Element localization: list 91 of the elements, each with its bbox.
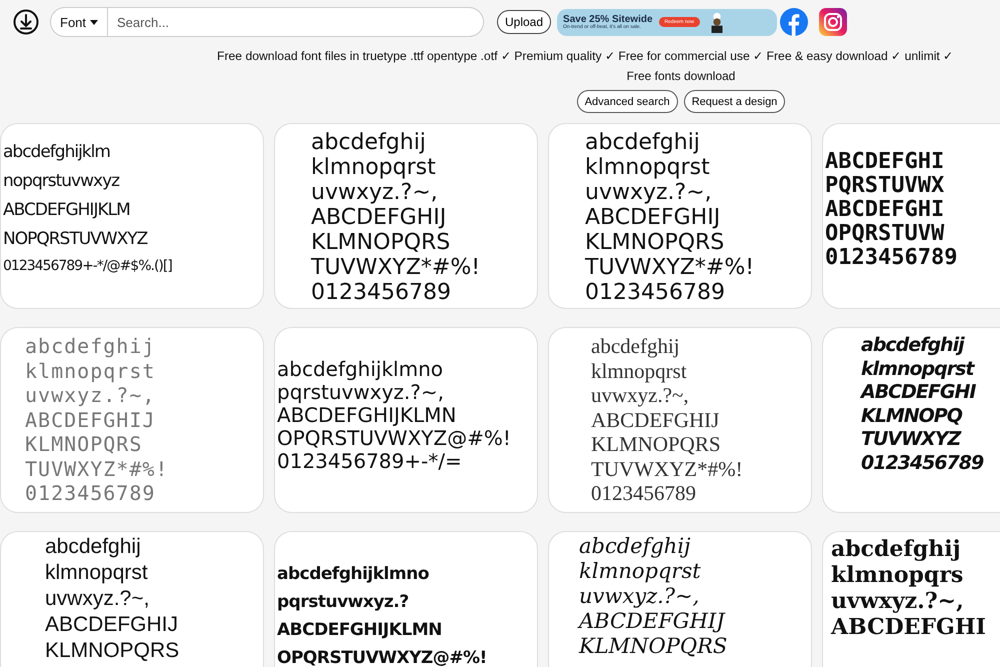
specimen-text: abcdefghij xyxy=(311,130,427,155)
specimen-text: pqrstuvwxyz.?~, xyxy=(277,381,446,404)
specimen-text: OPQRSTUVWXYZ@#%! xyxy=(277,427,511,450)
specimen-text: ABCDEFGHIJKLM xyxy=(3,200,131,220)
font-dropdown[interactable]: Font xyxy=(50,7,108,37)
specimen-text: 0123456789+-*/@#$%.()[] xyxy=(3,258,172,274)
specimen-text: klmnopqrst xyxy=(45,560,149,586)
specimen-text: KLMNOPQRS xyxy=(591,432,722,456)
specimen-text: abcdefghij xyxy=(45,534,142,560)
specimen-text: OPQRSTUVWXYZ@#%! xyxy=(277,647,487,667)
specimen-text: 0123456789 xyxy=(25,481,156,506)
specimen-text: 0123456789 xyxy=(591,481,697,506)
subtitle: Free fonts download xyxy=(626,68,736,84)
upload-button[interactable]: Upload xyxy=(497,10,552,34)
font-preview-card[interactable]: abcdefghij klmnopqrst uvwxyz.?~, ABCDEFGHIJ KLMNOPQRS TUVWXYZ*#%! 0123456789 xyxy=(0,327,264,513)
action-button[interactable]: Advanced search xyxy=(576,90,678,113)
specimen-text: ABCDEFGHIJ xyxy=(45,612,180,638)
specimen-text: ABCDEFGHI xyxy=(861,381,977,404)
specimen-text: NOPQRSTUVWXYZ xyxy=(3,229,148,249)
specimen-text: ABCDEFGHI xyxy=(831,614,986,640)
specimen-text: KLMNOPQRS xyxy=(579,634,728,659)
specimen-text: ABCDEFGHIJ xyxy=(25,408,156,432)
specimen-text: abcdefghij xyxy=(585,130,701,155)
specimen-text: KLMNOPQRS xyxy=(585,230,726,255)
specimen-text: abcdefghij xyxy=(831,536,962,562)
specimen-text: klmnopqrst xyxy=(591,358,688,383)
specimen-text: ABCDEFGHIJ xyxy=(591,408,720,432)
specimen-text: abcdefghij xyxy=(579,534,692,559)
specimen-text: klmnopqrst xyxy=(585,155,711,180)
specimen-text: TUVWXYZ*#%! xyxy=(585,255,754,280)
specimen-text: uvwxyz.?~, xyxy=(585,180,713,205)
action-button[interactable]: Request a design xyxy=(684,90,786,113)
specimen-text: klmnopqrst xyxy=(861,358,976,381)
font-preview-card[interactable]: abcdefghijklm nopqrstuvwxyz ABCDEFGHIJKLM NOPQRSTUVWXYZ 0123456789+-*/@#$%.()[] xyxy=(0,123,264,309)
specimen-text: abcdefghijklmno xyxy=(277,563,430,586)
specimen-text: ABCDEFGHIJ xyxy=(585,205,722,230)
facebook-icon[interactable] xyxy=(780,8,808,36)
specimen-text: uvwxyz.?~, xyxy=(579,584,700,609)
tagline: Free download font files in truetype .ttf opentype .otf ✓ Premium quality ✓ Free for commercial use ✓ Free & easy download ✓ unlimit ✓ xyxy=(216,48,954,64)
search-field[interactable]: Search... xyxy=(108,7,484,37)
font-preview-card[interactable]: ABCDEFGHI PQRSTUVWX ABCDEFGHI OPQRSTUVW 0123456789 xyxy=(822,123,1000,309)
specimen-text: PQRSTUVWX xyxy=(825,174,946,198)
specimen-text: TUVWXYZ*#%! xyxy=(25,456,168,481)
specimen-text: 0123456789 xyxy=(861,452,984,475)
specimen-text: KLMNOPQRS xyxy=(45,638,180,664)
specimen-text: TUVWXYZ*#%! xyxy=(311,255,480,280)
specimen-text: klmnopqrs xyxy=(831,562,964,588)
font-preview-card[interactable]: abcdefghijklmno pqrstuvwxyz.?~, ABCDEFGHIJKLMN OPQRSTUVWXYZ@#%! 0123456789+-*/= xyxy=(274,327,538,513)
font-preview-card[interactable]: abcdefghij klmnopqrst uvwxyz.?~, ABCDEFGHIJ KLMNOPQRS TUVWXYZ*#%! 0123456789 xyxy=(548,327,812,513)
specimen-text: KLMNOPQRS xyxy=(25,432,144,456)
specimen-text: abcdefghij xyxy=(25,334,156,358)
specimen-text: 0123456789 xyxy=(311,280,452,305)
caret-icon xyxy=(90,20,98,24)
specimen-text: KLMNOPQ xyxy=(861,404,964,428)
specimen-text: ABCDEFGHIJ xyxy=(579,609,726,634)
font-preview-card[interactable]: abcdefghij klmnopqrst uvwxyz.?~, ABCDEFGHIJ KLMNOPQRS xyxy=(0,531,264,667)
specimen-text: klmnopqrst xyxy=(579,559,702,584)
specimen-text: klmnopqrst xyxy=(311,155,437,180)
specimen-text: uvwxyz.?~, xyxy=(25,383,156,408)
specimen-text: abcdefghijklmno xyxy=(277,358,444,381)
specimen-text: 0123456789 xyxy=(825,246,958,270)
font-preview-card[interactable]: abcdefghij klmnopqrst ABCDEFGHI KLMNOPQ TUVWXYZ 0123456789 xyxy=(822,327,1000,513)
font-preview-card[interactable]: abcdefghij klmnopqrst uvwxyz.?~, ABCDEFGHIJ KLMNOPQRS TUVWXYZ*#%! 0123456789 xyxy=(274,123,538,309)
specimen-text: TUVWXYZ*#%! xyxy=(591,456,743,481)
ad-headline: Save 25% Sitewide xyxy=(563,14,653,24)
font-preview-card[interactable]: abcdefghij klmnopqrst uvwxyz.?~, ABCDEFGHIJ KLMNOPQRS xyxy=(548,531,812,667)
specimen-text: ABCDEFGHI xyxy=(825,198,946,222)
download-icon[interactable] xyxy=(13,9,39,35)
instagram-icon[interactable] xyxy=(819,8,848,36)
specimen-text: OPQRSTUVW xyxy=(825,222,946,246)
font-preview-card[interactable]: abcdefghijklmno pqrstuvwxyz.? ABCDEFGHIJKLMN OPQRSTUVWXYZ@#%! xyxy=(274,531,538,667)
specimen-text: KLMNOPQRS xyxy=(311,230,452,255)
specimen-text: abcdefghij xyxy=(861,334,966,358)
specimen-text: pqrstuvwxyz.? xyxy=(277,591,410,614)
specimen-text: abcdefghijklm xyxy=(3,142,111,162)
specimen-text: ABCDEFGHI xyxy=(825,150,946,174)
specimen-text: uvwxyz.?~, xyxy=(591,383,690,408)
specimen-text: TUVWXYZ xyxy=(861,428,962,452)
specimen-text: 0123456789+-*/= xyxy=(277,450,463,473)
font-preview-card[interactable]: abcdefghij klmnopqrst uvwxyz.?~, ABCDEFGHIJ KLMNOPQRS TUVWXYZ*#%! 0123456789 xyxy=(548,123,812,309)
specimen-text: uvwxyz.?~, xyxy=(45,586,150,612)
specimen-text: 0123456789 xyxy=(585,280,726,305)
specimen-text: abcdefghij xyxy=(591,334,681,358)
specimen-text: ABCDEFGHIJKLMN xyxy=(277,404,458,427)
specimen-text: nopqrstuvwxyz xyxy=(3,171,120,191)
specimen-text: uvwxyz.?~, xyxy=(311,180,439,205)
specimen-text: uvwxyz.?~, xyxy=(831,588,965,614)
specimen-text: ABCDEFGHIJKLMN xyxy=(277,619,443,642)
font-preview-card[interactable]: abcdefghij klmnopqrs uvwxyz.?~, ABCDEFGHI xyxy=(822,531,1000,667)
specimen-text: ABCDEFGHIJ xyxy=(311,205,448,230)
specimen-text: klmnopqrst xyxy=(25,358,156,383)
